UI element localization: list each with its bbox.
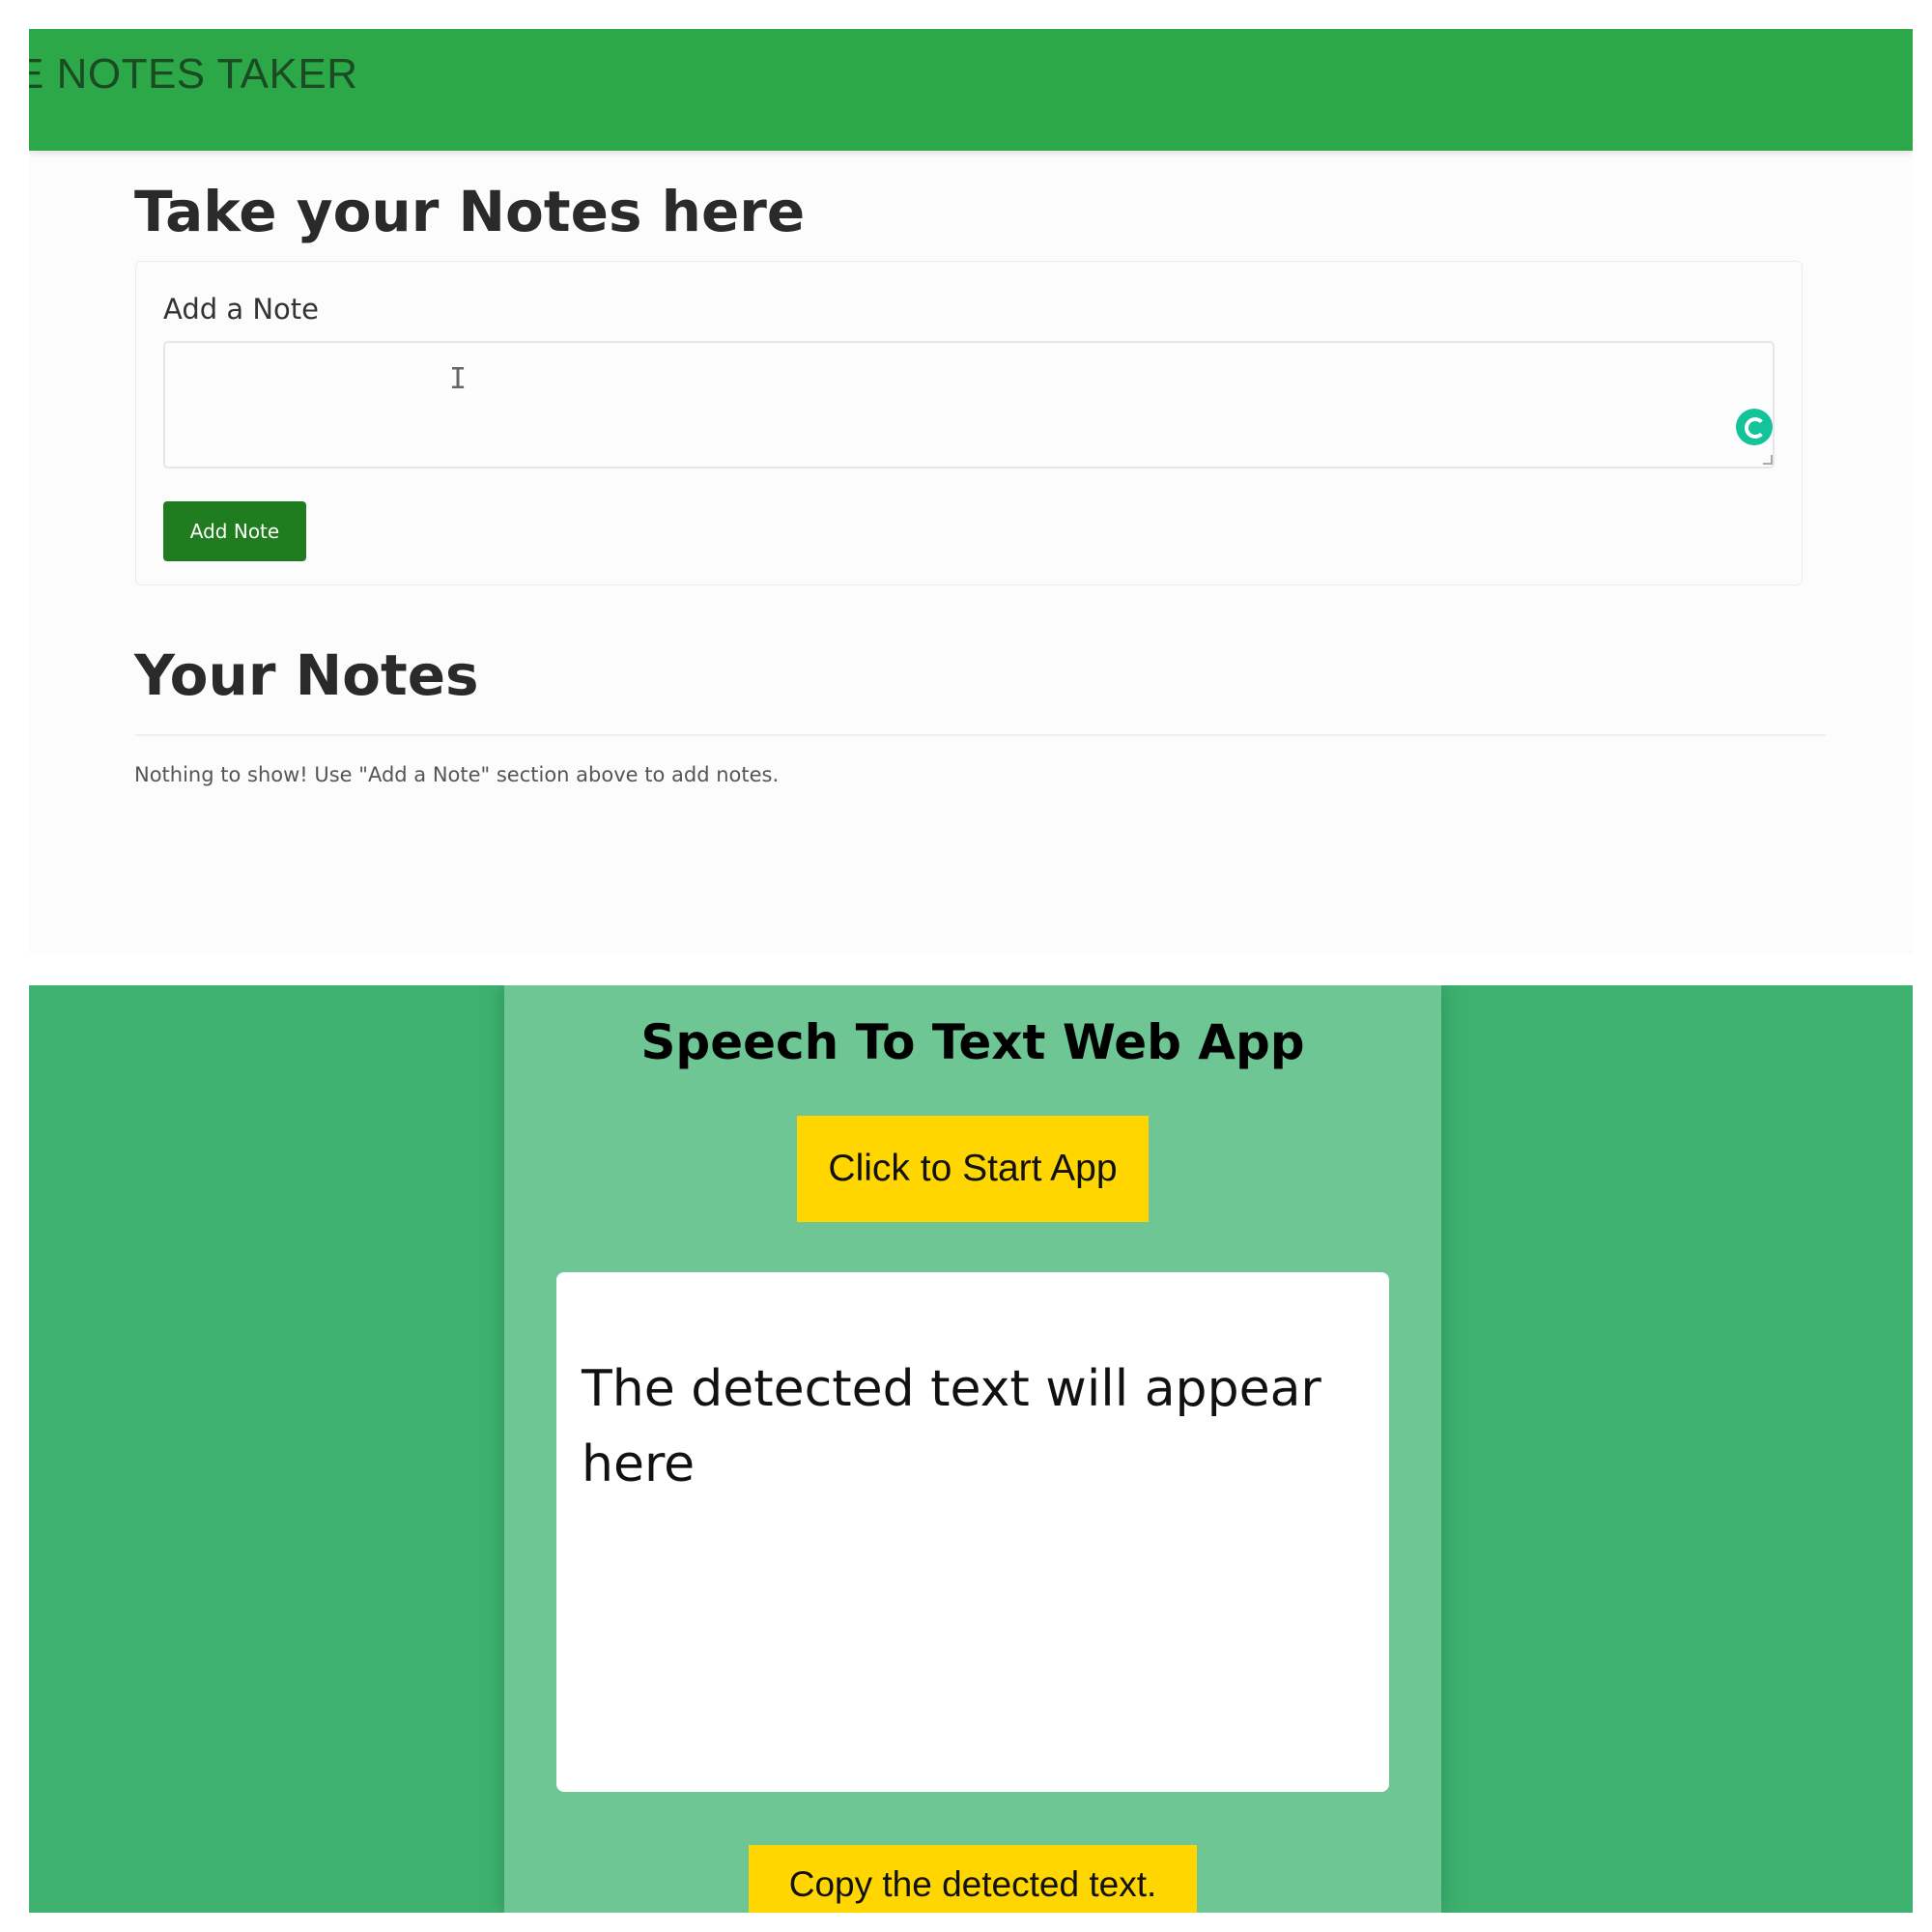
divider [135, 734, 1826, 736]
resize-handle-icon[interactable] [1763, 455, 1773, 465]
page-title: Take your Notes here [134, 179, 806, 244]
empty-notes-message: Nothing to show! Use "Add a Note" sectio… [134, 763, 780, 786]
copy-text-button[interactable]: Copy the detected text. [749, 1845, 1197, 1913]
speech-app-window: Speech To Text Web App Click to Start Ap… [29, 985, 1913, 1913]
notes-app-window: E NOTES TAKER Take your Notes here Add a… [29, 29, 1913, 953]
grammarly-icon[interactable] [1736, 409, 1773, 445]
navbar: E NOTES TAKER [29, 29, 1913, 151]
speech-app-title: Speech To Text Web App [640, 1014, 1305, 1070]
note-textarea[interactable] [163, 341, 1775, 469]
add-note-button[interactable]: Add Note [163, 501, 306, 561]
speech-container: Speech To Text Web App Click to Start Ap… [504, 985, 1441, 1913]
add-note-card: Add a Note I Add Note [135, 261, 1803, 585]
copy-text-button-label: Copy the detected text. [788, 1863, 1157, 1904]
navbar-brand[interactable]: E NOTES TAKER [29, 50, 358, 99]
text-cursor-icon: I [449, 362, 468, 396]
start-app-button[interactable]: Click to Start App [797, 1116, 1149, 1222]
add-note-title: Add a Note [163, 293, 320, 326]
detected-text-box[interactable]: The detected text will appear here [556, 1272, 1389, 1792]
your-notes-heading: Your Notes [134, 642, 479, 708]
